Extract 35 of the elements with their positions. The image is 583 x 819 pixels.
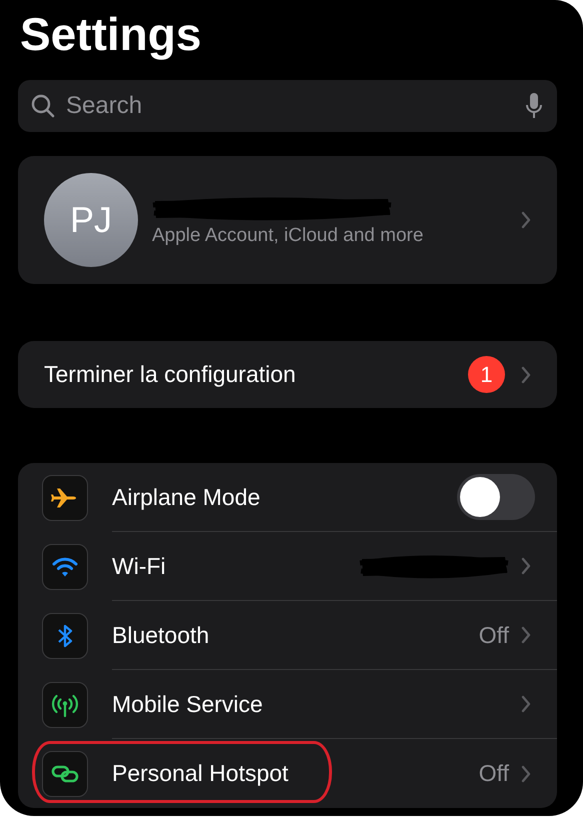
wifi-icon: [42, 544, 88, 590]
chevron-icon: [521, 764, 531, 782]
page-title: Settings: [20, 7, 202, 62]
search-bar[interactable]: Search: [18, 80, 557, 132]
microphone-icon[interactable]: [525, 92, 543, 120]
search-icon: [30, 93, 56, 119]
account-card[interactable]: PJ Apple Account, iCloud and more: [18, 156, 557, 284]
row-label: Airplane Mode: [112, 484, 262, 510]
row-value: Off: [478, 622, 509, 648]
chevron-icon: [521, 695, 531, 713]
bluetooth-icon: [42, 612, 88, 658]
chevron-icon: [521, 211, 531, 229]
settings-row[interactable]: Wi-Fi: [42, 532, 557, 601]
setup-row[interactable]: Terminer la configuration 1: [18, 341, 557, 408]
notification-badge: 1: [468, 356, 505, 393]
row-label: Terminer la configuration: [44, 361, 297, 388]
antenna-icon: [42, 682, 88, 728]
avatar: PJ: [44, 173, 138, 267]
toggle-switch[interactable]: [457, 474, 535, 520]
settings-row[interactable]: Airplane Mode: [42, 463, 557, 532]
account-subtitle: Apple Account, iCloud and more: [152, 225, 424, 247]
search-field[interactable]: Search: [66, 92, 515, 120]
chevron-icon: [521, 557, 531, 575]
link-icon: [42, 750, 88, 796]
chevron-icon: [521, 626, 531, 644]
chevron-icon: [521, 366, 531, 384]
settings-row[interactable]: Mobile Service: [42, 670, 557, 739]
row-label: Mobile Service: [112, 690, 264, 718]
row-label: Bluetooth: [112, 622, 210, 648]
settings-row[interactable]: Personal Hotspot Off: [42, 739, 557, 808]
settings-row[interactable]: Bluetooth Off: [42, 601, 557, 670]
row-label: Personal Hotspot: [112, 760, 290, 787]
airplane-icon: [42, 474, 88, 520]
row-label: Wi-Fi: [112, 552, 167, 580]
row-value: Off: [478, 760, 509, 787]
